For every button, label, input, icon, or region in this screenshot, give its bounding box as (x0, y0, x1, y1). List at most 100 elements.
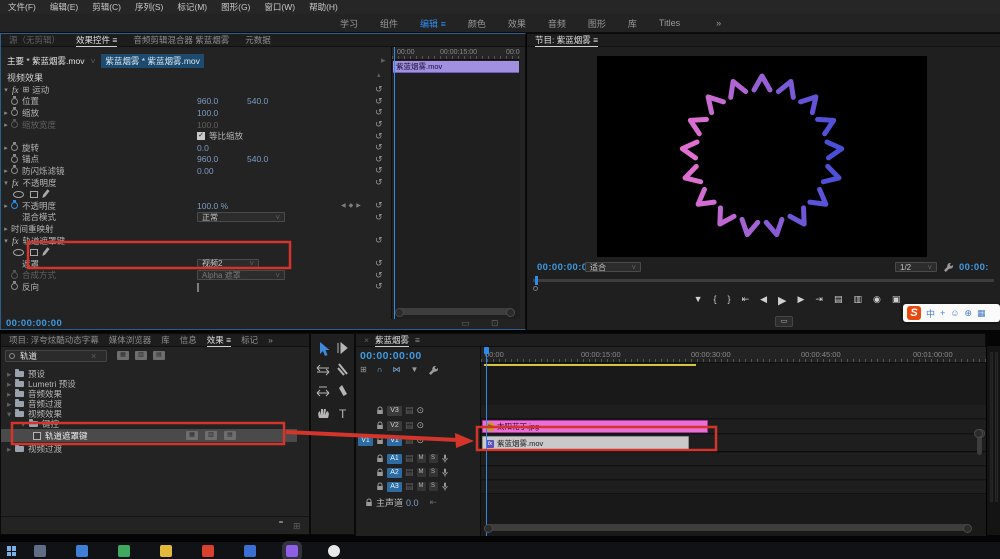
effects-search-box[interactable]: × (5, 350, 107, 362)
scrubber-handle[interactable] (533, 286, 538, 291)
start-button[interactable] (7, 546, 17, 556)
emoji-icon[interactable]: ☺ (950, 308, 959, 318)
menu-edit[interactable]: 编辑(E) (50, 1, 78, 13)
tab-effect-controls[interactable]: 效果控件 ≡ (76, 34, 118, 47)
ec-mini-hscrollbar[interactable] (395, 308, 515, 317)
caret-icon[interactable]: ▸ (7, 444, 15, 455)
menu-markers[interactable]: 标记(M) (177, 1, 207, 13)
taskbar-icon-4[interactable] (160, 545, 172, 557)
play-button[interactable]: ▶ (778, 294, 786, 307)
hand-tool[interactable] (318, 409, 329, 418)
effect-row-composite[interactable]: 合成方式 Alpha 遮罩 ˅ ↺ (1, 269, 389, 282)
caret-down-icon[interactable]: ▾ (1, 179, 11, 187)
matte-dropdown[interactable]: 视频2 ˅ (197, 258, 259, 269)
reset-icon[interactable]: ↺ (375, 177, 383, 188)
workspace-tab-effects[interactable]: 效果 (508, 17, 526, 30)
panel-menu-icon[interactable]: ≡ (226, 335, 231, 345)
stopwatch-icon[interactable] (11, 107, 18, 117)
program-playhead[interactable] (535, 276, 538, 285)
opacity-value[interactable]: 100.0 % (197, 201, 228, 211)
reset-icon[interactable]: ↺ (375, 270, 383, 281)
caret-right-icon[interactable]: ▸ (1, 202, 11, 210)
mute-button[interactable]: M (416, 454, 426, 463)
taskbar-icon-premiere[interactable] (282, 541, 302, 559)
workspace-menu-icon[interactable]: ≡ (441, 19, 446, 29)
ec-play-icon[interactable]: ▸ (381, 55, 386, 66)
rect-mask-icon[interactable] (30, 190, 38, 198)
ec-mini-ruler[interactable]: 00:00 00:00:15:00 00:0 (392, 47, 520, 60)
reset-icon[interactable]: ↺ (375, 281, 383, 292)
eye-icon[interactable]: ⊙ (417, 435, 425, 446)
workspace-tab-assembly[interactable]: 组件 (380, 17, 398, 30)
reset-icon[interactable]: ↺ (375, 200, 383, 211)
reset-icon[interactable]: ↺ (375, 165, 383, 176)
workspace-tab-editing[interactable]: 编辑 ≡ (420, 17, 446, 30)
step-back-button[interactable]: ◀ (760, 294, 767, 307)
reset-icon[interactable]: ↺ (375, 84, 383, 95)
mic-icon[interactable] (441, 468, 449, 477)
type-tool[interactable]: T (339, 407, 347, 421)
reset-icon[interactable]: ↺ (375, 107, 383, 118)
ec-mini-timeline[interactable]: 00:00 00:00:15:00 00:0 紫蓝烟雾.mov (391, 47, 520, 319)
nest-insert-icon[interactable]: ⊞ (360, 365, 367, 375)
add-marker-button[interactable]: ▼ (694, 294, 703, 307)
effect-row-matte[interactable]: 遮罩 视频2 ˅ ↺ (1, 258, 389, 270)
track-header-a1[interactable]: A1 ▤ M S (358, 453, 479, 464)
timeline-settings-icon[interactable] (428, 365, 439, 375)
menu-window[interactable]: 窗口(W) (264, 1, 295, 13)
ec-timecode[interactable]: 00:00:00:00 (6, 318, 62, 329)
lock-icon[interactable] (365, 498, 373, 507)
track-header-v2[interactable]: V2 ▤ ⊙ (358, 420, 479, 431)
mute-button[interactable]: M (416, 468, 426, 477)
composite-dropdown[interactable]: Alpha 遮罩 ˅ (197, 270, 285, 281)
tab-sequence[interactable]: 紫蓝烟雾 (374, 334, 409, 347)
eye-icon[interactable]: ⊙ (417, 405, 425, 416)
effect-row-blend-mode[interactable]: 混合模式 正常 ˅ ↺ (1, 212, 389, 224)
effect-row-scale[interactable]: ▸ 缩放 100.0 ↺ (1, 107, 389, 119)
ripple-edit-tool[interactable] (316, 364, 330, 376)
source-monitor-icon[interactable]: ▤ (405, 420, 414, 431)
caret-down-icon[interactable]: ▾ (1, 86, 11, 94)
track-lane-a1[interactable] (481, 453, 986, 466)
selection-tool[interactable] (320, 342, 330, 356)
anchor-y-value[interactable]: 540.0 (247, 154, 268, 164)
filter-32bit-icon[interactable]: ▥ (135, 351, 147, 360)
filter-accelerated-icon[interactable]: ▦ (117, 351, 129, 360)
menu-graphics[interactable]: 图形(G) (221, 1, 250, 13)
reset-icon[interactable]: ↺ (375, 119, 383, 130)
track-header-v3[interactable]: V3 ▤ ⊙ (358, 405, 479, 416)
timeline-vscrollbar[interactable] (974, 429, 985, 455)
blend-mode-dropdown[interactable]: 正常 ˅ (197, 212, 285, 223)
track-header-v1[interactable]: V1 V1 ▤ ⊙ (358, 435, 479, 446)
workspace-tab-color[interactable]: 颜色 (468, 17, 486, 30)
clear-search-icon[interactable]: × (91, 351, 96, 361)
effect-row-time-remap[interactable]: ▸ 时间重映射 (1, 223, 389, 235)
reset-icon[interactable]: ↺ (375, 142, 383, 153)
export-frame-button[interactable]: ◉ (873, 294, 881, 307)
sogou-logo[interactable]: S (907, 306, 921, 320)
program-extra-button[interactable]: ▭ (775, 316, 793, 327)
caret-right-icon[interactable]: ▸ (1, 109, 11, 117)
source-monitor-icon[interactable]: ▤ (405, 467, 414, 478)
tab-libraries[interactable]: 库 (161, 334, 170, 346)
workspace-tab-audio[interactable]: 音频 (548, 17, 566, 30)
taskbar-icon-5[interactable] (202, 545, 214, 557)
mute-button[interactable]: M (416, 482, 426, 491)
track-lane-a3[interactable] (481, 481, 986, 494)
playhead-line[interactable] (486, 347, 487, 536)
taskbar-icon-6[interactable] (244, 545, 256, 557)
linked-selection-icon[interactable]: ⋈ (392, 365, 400, 375)
effect-row-anchor[interactable]: 锚点 960.0 540.0 ↺ (1, 153, 389, 166)
tree-item-keying[interactable]: ▾ 键控 (1, 419, 297, 430)
source-patch[interactable]: V1 (358, 435, 373, 446)
caret-right-icon[interactable]: ▸ (1, 225, 11, 233)
step-forward-button[interactable]: ▶ (798, 294, 805, 307)
master-gain-value[interactable]: 0.0 (406, 498, 419, 508)
kf-prev-icon[interactable]: ◀ (341, 203, 349, 209)
effect-row-position[interactable]: 位置 960.0 540.0 ↺ (1, 95, 389, 108)
source-monitor-icon[interactable]: ▤ (405, 405, 414, 416)
track-select-tool[interactable] (337, 341, 348, 355)
stopwatch-icon[interactable] (11, 153, 18, 163)
lock-icon[interactable] (376, 406, 384, 415)
go-to-in-button[interactable]: ⇤ (742, 294, 750, 307)
